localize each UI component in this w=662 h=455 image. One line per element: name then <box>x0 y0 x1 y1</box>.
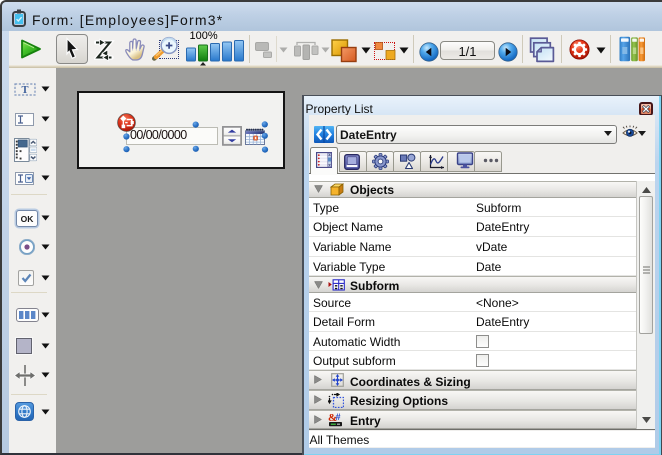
svg-text:T: T <box>21 85 28 96</box>
svg-text:#: # <box>336 412 341 422</box>
